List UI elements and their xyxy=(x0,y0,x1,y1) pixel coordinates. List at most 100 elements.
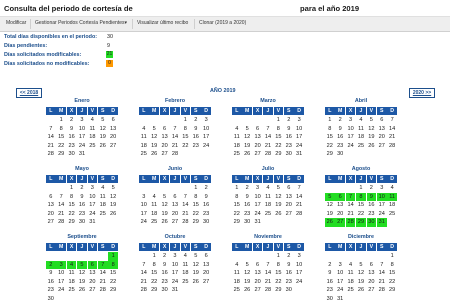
day-cell[interactable]: 22 xyxy=(232,210,242,219)
day-cell[interactable]: 6 xyxy=(170,193,180,202)
day-cell[interactable]: 14 xyxy=(181,201,191,210)
modify-button[interactable]: Modificar xyxy=(6,20,26,26)
day-cell[interactable]: 10 xyxy=(88,193,98,202)
day-cell[interactable]: 20 xyxy=(170,210,180,219)
day-cell[interactable]: 24 xyxy=(253,210,263,219)
day-cell[interactable]: 14 xyxy=(294,193,304,202)
day-cell[interactable]: 1 xyxy=(67,184,77,193)
day-cell[interactable]: 29 xyxy=(325,150,335,159)
day-cell[interactable]: 28 xyxy=(263,286,273,295)
day-cell[interactable]: 12 xyxy=(242,133,252,142)
day-cell[interactable]: 7 xyxy=(170,125,180,134)
day-cell[interactable]: 17 xyxy=(253,201,263,210)
day-cell[interactable]: 7 xyxy=(377,261,387,270)
day-cell[interactable]: 3 xyxy=(170,252,180,261)
day-cell[interactable]: 4 xyxy=(98,184,108,193)
day-cell[interactable]: 17 xyxy=(139,210,149,219)
day-cell[interactable]: 14 xyxy=(377,269,387,278)
day-cell[interactable]: 6 xyxy=(253,125,263,134)
day-cell[interactable]: 3 xyxy=(294,252,304,261)
day-cell[interactable]: 26 xyxy=(160,218,170,227)
day-cell[interactable]: 27 xyxy=(46,218,56,227)
day-cell[interactable]: 13 xyxy=(284,193,294,202)
day-cell[interactable]: 16 xyxy=(201,201,211,210)
day-cell[interactable]: 5 xyxy=(274,184,284,193)
day-cell[interactable]: 9 xyxy=(46,269,56,278)
day-cell[interactable]: 3 xyxy=(56,260,66,269)
day-cell[interactable]: 4 xyxy=(346,261,356,270)
day-cell[interactable]: 27 xyxy=(367,286,377,295)
day-cell[interactable]: 5 xyxy=(242,125,252,134)
day-cell[interactable]: 29 xyxy=(232,218,242,227)
day-cell[interactable]: 12 xyxy=(149,133,159,142)
day-cell[interactable]: 1 xyxy=(56,116,66,125)
day-cell[interactable]: 29 xyxy=(67,218,77,227)
day-cell[interactable]: 19 xyxy=(274,201,284,210)
day-cell[interactable]: 30 xyxy=(67,150,77,159)
day-cell[interactable]: 23 xyxy=(242,210,252,219)
day-cell[interactable]: 18 xyxy=(232,278,242,287)
day-cell[interactable]: 20 xyxy=(108,133,118,142)
day-cell[interactable]: 27 xyxy=(108,142,118,151)
day-cell[interactable]: 15 xyxy=(181,133,191,142)
day-cell[interactable]: 11 xyxy=(356,125,366,134)
clone-button[interactable]: Clonar (2019 a 2020) xyxy=(199,20,246,26)
day-cell[interactable]: 2 xyxy=(77,184,87,193)
day-cell[interactable]: 10 xyxy=(201,125,211,134)
day-cell[interactable]: 8 xyxy=(274,125,284,134)
day-cell[interactable]: 12 xyxy=(77,269,87,278)
day-cell[interactable]: 23 xyxy=(284,278,294,287)
day-cell[interactable]: 24 xyxy=(335,286,345,295)
day-cell[interactable]: 12 xyxy=(356,269,366,278)
day-cell[interactable]: 11 xyxy=(139,133,149,142)
day-cell[interactable]: 15 xyxy=(149,269,159,278)
day-cell[interactable]: 21 xyxy=(263,142,273,151)
day-cell[interactable]: 10 xyxy=(335,269,345,278)
day-cell[interactable]: 28 xyxy=(294,210,304,219)
day-cell[interactable]: 26 xyxy=(98,142,108,151)
day-cell[interactable]: 1 xyxy=(149,252,159,261)
day-cell[interactable]: 6 xyxy=(377,116,387,125)
day-cell[interactable]: 1 xyxy=(274,252,284,261)
day-cell[interactable]: 8 xyxy=(356,192,366,201)
day-cell[interactable]: 17 xyxy=(335,278,345,287)
day-cell[interactable]: 23 xyxy=(201,210,211,219)
day-cell[interactable]: 25 xyxy=(181,278,191,287)
day-cell[interactable]: 18 xyxy=(387,201,397,210)
day-cell[interactable]: 17 xyxy=(88,201,98,210)
day-cell[interactable]: 16 xyxy=(77,201,87,210)
day-cell[interactable]: 7 xyxy=(56,193,66,202)
day-cell[interactable]: 3 xyxy=(201,116,211,125)
day-cell[interactable]: 12 xyxy=(242,269,252,278)
day-cell[interactable]: 23 xyxy=(284,142,294,151)
day-cell[interactable]: 10 xyxy=(170,261,180,270)
day-cell[interactable]: 30 xyxy=(325,295,335,304)
day-cell[interactable]: 29 xyxy=(274,286,284,295)
day-cell[interactable]: 23 xyxy=(67,142,77,151)
day-cell[interactable]: 6 xyxy=(108,116,118,125)
day-cell[interactable]: 22 xyxy=(56,142,66,151)
day-cell[interactable]: 18 xyxy=(67,278,77,287)
day-cell[interactable]: 28 xyxy=(345,218,356,227)
day-cell[interactable]: 21 xyxy=(139,278,149,287)
day-cell[interactable]: 24 xyxy=(346,142,356,151)
day-cell[interactable]: 27 xyxy=(253,286,263,295)
day-cell[interactable]: 1 xyxy=(108,252,118,261)
day-cell[interactable]: 13 xyxy=(170,201,180,210)
day-cell[interactable]: 3 xyxy=(88,184,98,193)
day-cell[interactable]: 3 xyxy=(77,116,87,125)
day-cell[interactable]: 14 xyxy=(263,269,273,278)
day-cell[interactable]: 17 xyxy=(77,133,87,142)
day-cell[interactable]: 21 xyxy=(294,201,304,210)
day-cell[interactable]: 22 xyxy=(325,142,335,151)
day-cell[interactable]: 18 xyxy=(356,133,366,142)
day-cell[interactable]: 20 xyxy=(367,278,377,287)
day-cell[interactable]: 1 xyxy=(232,184,242,193)
day-cell[interactable]: 14 xyxy=(346,201,356,210)
day-cell[interactable]: 10 xyxy=(376,192,387,201)
day-cell[interactable]: 26 xyxy=(149,150,159,159)
day-cell[interactable]: 8 xyxy=(67,193,77,202)
day-cell[interactable]: 23 xyxy=(160,278,170,287)
day-cell[interactable]: 27 xyxy=(170,218,180,227)
day-cell[interactable]: 25 xyxy=(67,286,77,295)
